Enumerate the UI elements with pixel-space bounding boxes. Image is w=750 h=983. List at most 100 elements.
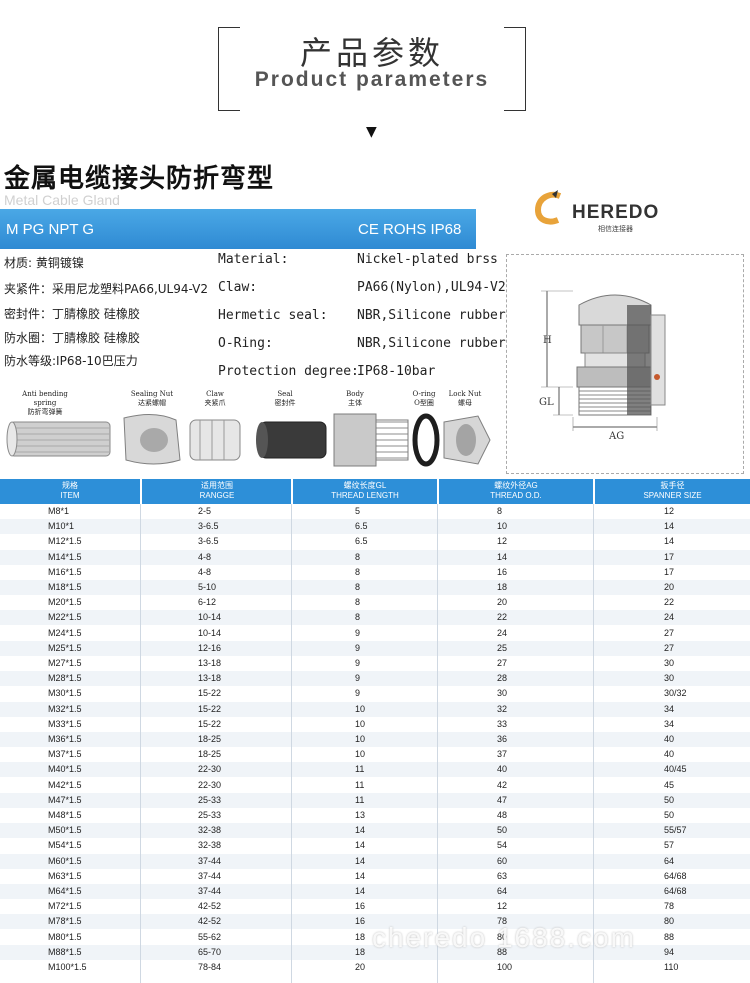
col-header-range: 适用范围 RANGGE	[199, 481, 235, 500]
thread-length-cell: 8	[355, 551, 361, 562]
spanner-size-cell: 64/68	[664, 870, 687, 881]
item-cell: M8*1	[48, 506, 70, 516]
range-cell: 18-25	[198, 734, 222, 744]
item-cell: M47*1.5	[48, 794, 82, 805]
thread-length-cell: 14	[355, 855, 366, 866]
item-cell: M50*1.5	[48, 825, 82, 836]
part-label-seal: Seal 密封件	[274, 390, 296, 407]
col-header-spanner: 扳手径 SPANNER SIZE	[643, 481, 702, 500]
range-cell: 32-38	[198, 825, 222, 836]
spanner-size-cell: 40/45	[664, 764, 687, 775]
table-row: M64*1.5 37-44 14 64 64/68	[0, 884, 750, 899]
thread-length-cell: 20	[355, 962, 366, 972]
spec-zh-material: 材质: 黄铜镀镍	[4, 256, 84, 270]
spanner-size-cell: 14	[664, 521, 675, 532]
spanner-size-cell: 34	[664, 703, 675, 714]
range-cell: 13-18	[198, 673, 222, 684]
thread-length-cell: 16	[355, 916, 366, 927]
thread-od-cell: 10	[497, 521, 508, 532]
spanner-size-cell: 17	[664, 551, 675, 562]
range-cell: 25-33	[198, 794, 222, 805]
thread-od-cell: 100	[497, 962, 513, 972]
spanner-size-cell: 40	[664, 749, 675, 760]
dimension-diagram: H GL AG	[506, 254, 744, 474]
range-cell: 37-44	[198, 855, 222, 866]
spanner-size-cell: 34	[664, 718, 675, 729]
thread-length-cell: 8	[355, 566, 361, 577]
down-arrow-icon: ▼	[366, 124, 377, 140]
table-row: M63*1.5 37-44 14 63 64/68	[0, 869, 750, 884]
thread-od-cell: 18	[497, 582, 508, 592]
item-cell: M12*1.5	[48, 536, 82, 547]
thread-od-cell: 12	[497, 901, 508, 912]
spec-en-seal-key: Hermetic seal:	[218, 308, 328, 323]
range-cell: 32-38	[198, 840, 222, 851]
thread-od-cell: 14	[497, 551, 508, 562]
item-cell: M20*1.5	[48, 597, 82, 608]
range-cell: 15-22	[198, 718, 222, 729]
spec-en-claw-key: Claw:	[218, 280, 258, 295]
thread-length-cell: 6.5	[355, 521, 368, 532]
thread-length-cell: 16	[355, 901, 366, 912]
range-cell: 10-14	[198, 612, 222, 623]
spanner-size-cell: 12	[664, 506, 675, 516]
thread-length-cell: 8	[355, 612, 361, 623]
spanner-size-cell: 40	[664, 734, 675, 744]
spanner-size-cell: 88	[664, 931, 675, 942]
thread-od-cell: 42	[497, 779, 508, 790]
thread-length-cell: 11	[355, 764, 365, 775]
spec-zh-seal: 密封件：丁腈橡胶 硅橡胶	[4, 307, 140, 321]
range-cell: 3-6.5	[198, 521, 219, 532]
spanner-size-cell: 17	[664, 566, 675, 577]
range-cell: 55-62	[198, 931, 222, 942]
table-row: M36*1.5 18-25 10 36 40	[0, 732, 750, 747]
item-cell: M16*1.5	[48, 566, 82, 577]
spec-en-material-value: Nickel-plated brss	[357, 252, 498, 267]
item-cell: M14*1.5	[48, 551, 82, 562]
spanner-size-cell: 94	[664, 946, 675, 957]
thread-length-cell: 14	[355, 840, 366, 851]
thread-od-cell: 50	[497, 825, 508, 836]
spec-en-oring-value: NBR,Silicone rubber	[357, 336, 506, 351]
thread-length-cell: 10	[355, 718, 366, 729]
column-divider	[291, 504, 292, 983]
product-title: 金属电缆接头防折弯型	[4, 164, 275, 194]
spanner-size-cell: 110	[664, 962, 679, 972]
item-cell: M40*1.5	[48, 764, 82, 775]
range-cell: 37-44	[198, 886, 222, 896]
item-cell: M28*1.5	[48, 673, 82, 684]
column-divider	[593, 504, 594, 983]
table-row: M33*1.5 15-22 10 33 34	[0, 717, 750, 732]
range-cell: 22-30	[198, 779, 222, 790]
spanner-size-cell: 80	[664, 916, 675, 927]
table-row: M25*1.5 12-16 9 25 27	[0, 640, 750, 656]
thread-od-cell: 60	[497, 855, 508, 866]
item-cell: M78*1.5	[48, 916, 82, 927]
thread-od-cell: 25	[497, 642, 508, 653]
item-cell: M60*1.5	[48, 855, 82, 866]
thread-od-cell: 8	[497, 506, 503, 516]
spanner-size-cell: 55/57	[664, 825, 687, 836]
item-cell: M22*1.5	[48, 612, 82, 623]
thread-length-cell: 6.5	[355, 536, 368, 547]
spanner-size-cell: 20	[664, 582, 675, 592]
spanner-size-cell: 64	[664, 855, 675, 866]
range-cell: 2-5	[198, 506, 212, 516]
range-cell: 42-52	[198, 916, 222, 927]
thread-length-cell: 18	[355, 946, 366, 957]
part-label-sealing-nut: Sealing Nut 达紧螺帽	[130, 390, 174, 407]
header-title-en: Product parameters	[254, 68, 490, 91]
thread-od-cell: 63	[497, 870, 508, 881]
spec-zh-oring: 防水圈：丁腈橡胶 硅橡胶	[4, 331, 140, 345]
thread-types: M PG NPT G	[6, 221, 95, 238]
table-header: 规格 ITEM 适用范围 RANGGE 螺纹长度GL THREAD LENGTH 螺纹…	[0, 479, 750, 504]
spanner-size-cell: 45	[664, 779, 675, 790]
spec-en-protection-value: IP68-10bar	[357, 364, 436, 379]
spanner-size-cell: 14	[664, 536, 675, 547]
range-cell: 15-22	[198, 688, 222, 699]
thread-od-cell: 16	[497, 566, 508, 577]
thread-length-cell: 13	[355, 810, 366, 820]
range-cell: 10-14	[198, 627, 222, 638]
range-cell: 13-18	[198, 658, 222, 668]
thread-length-cell: 9	[355, 688, 361, 699]
